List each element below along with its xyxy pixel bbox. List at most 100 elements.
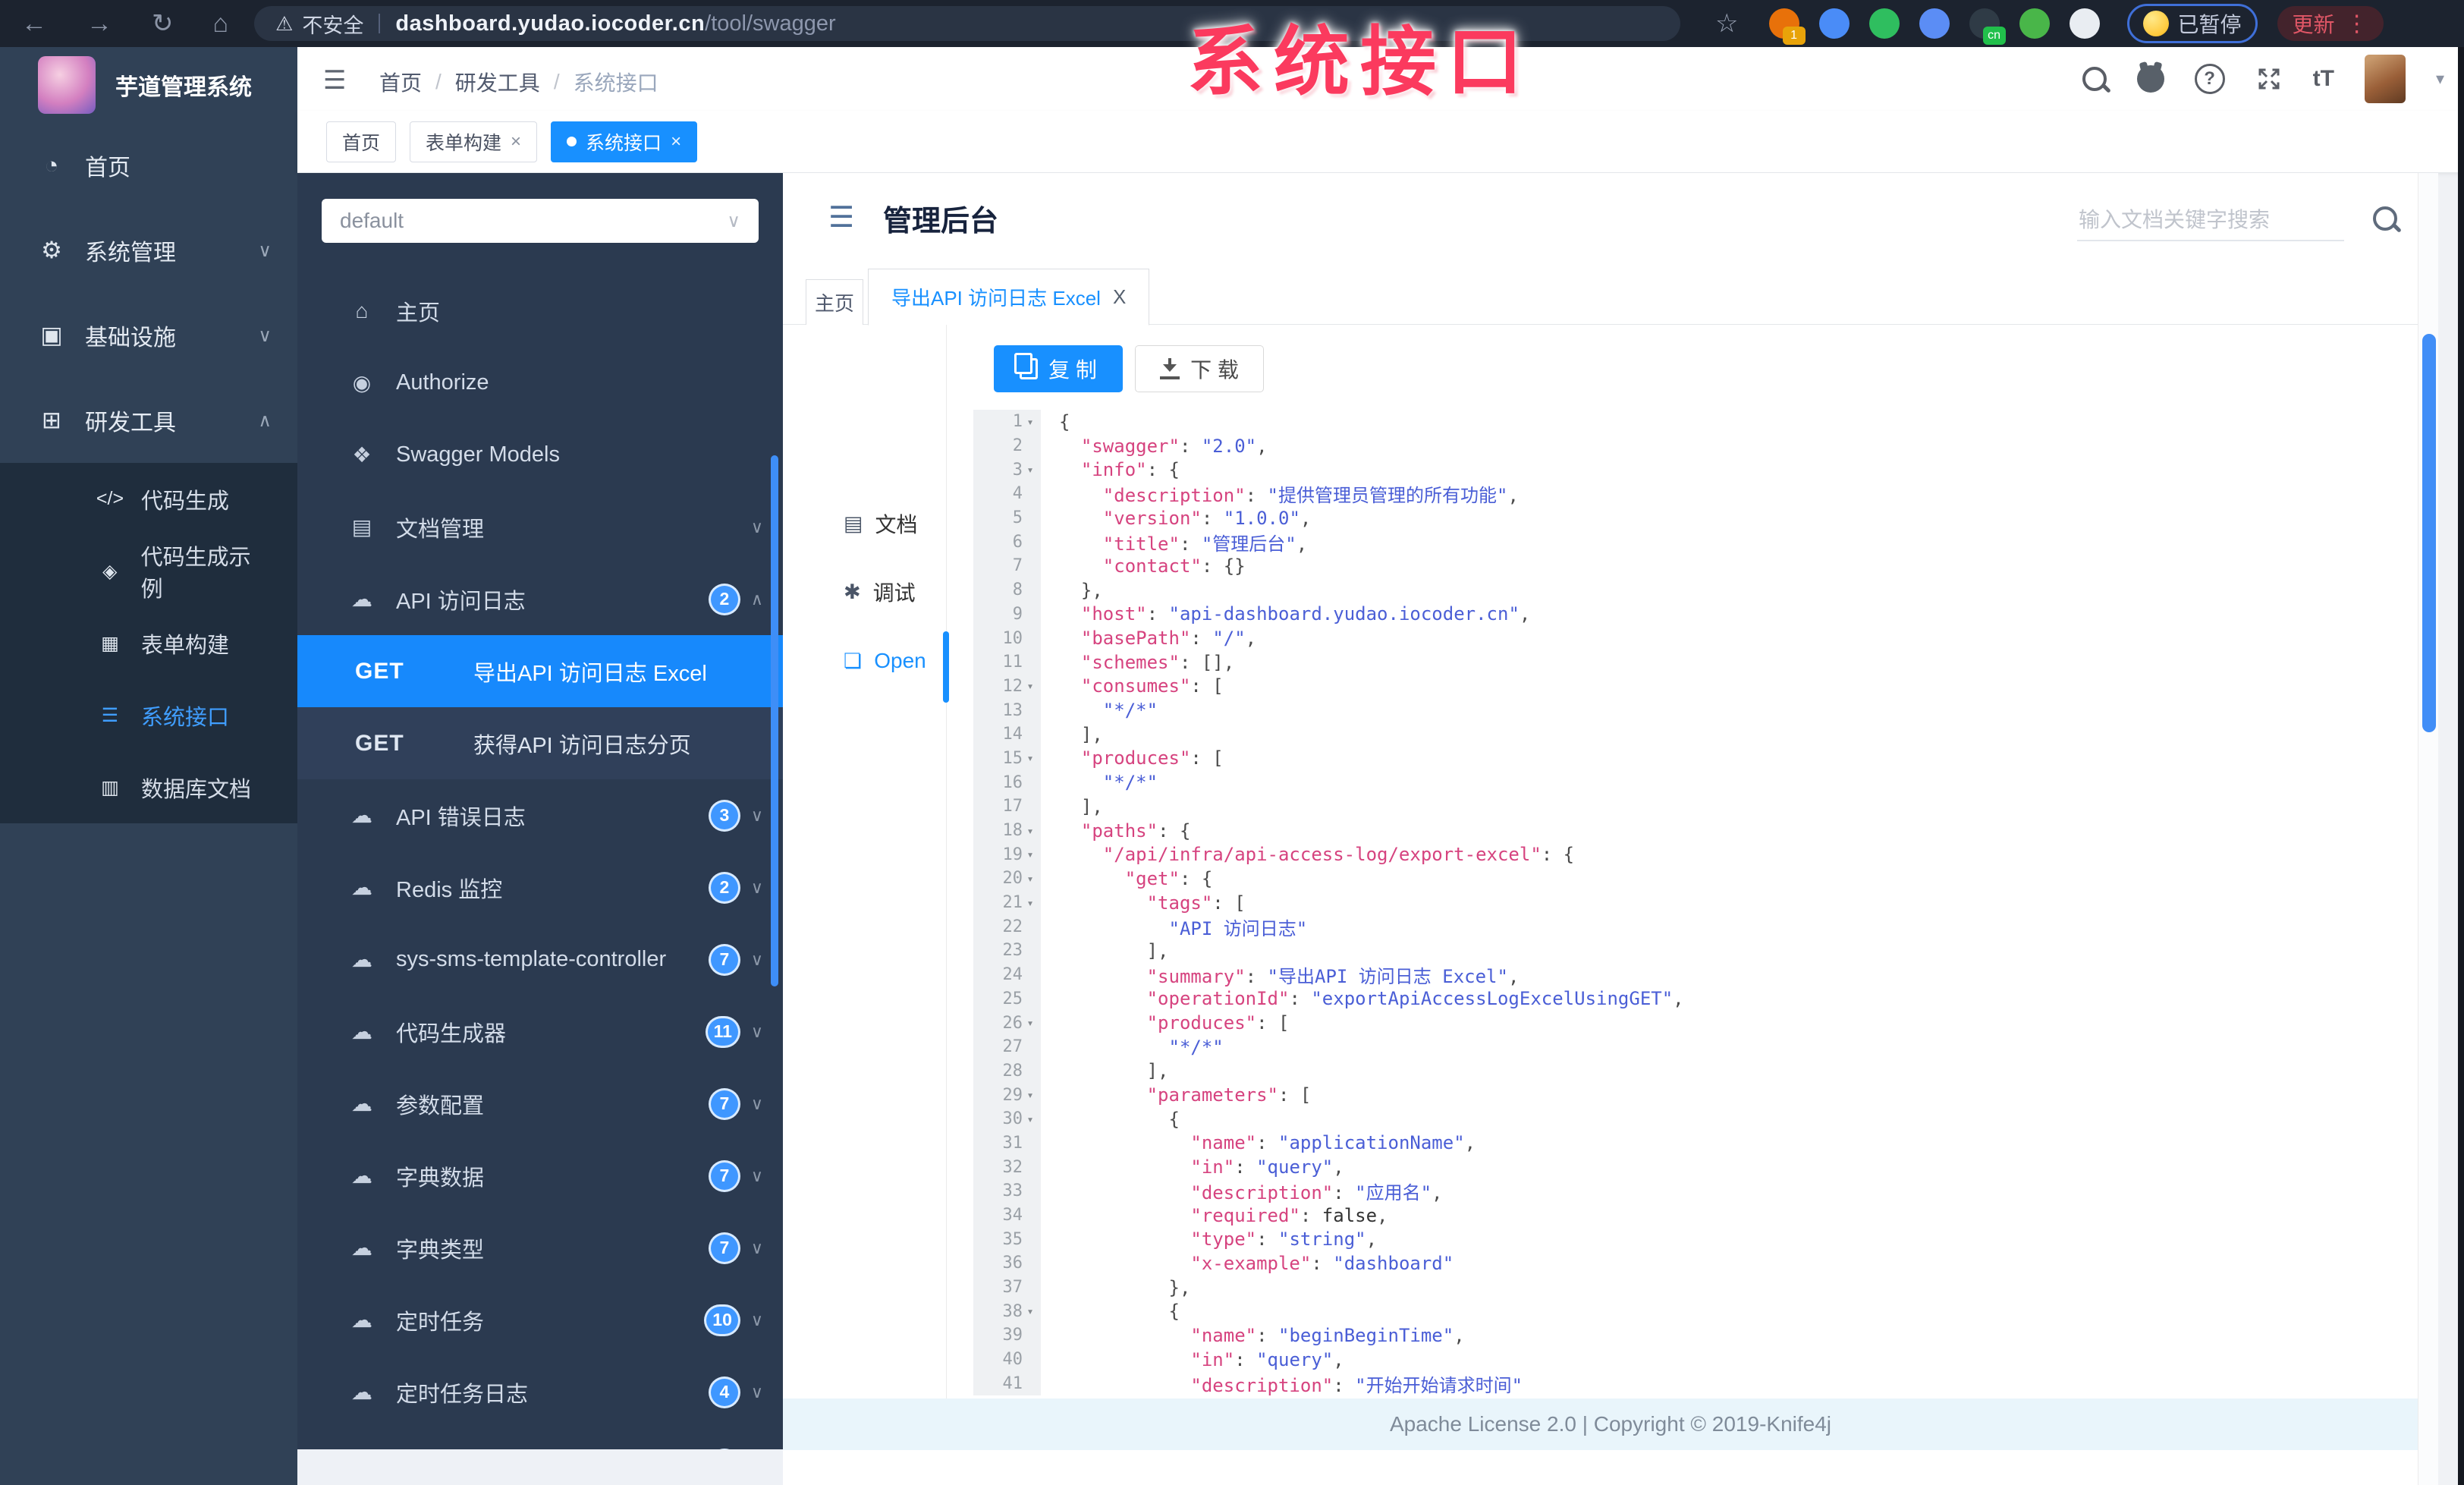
fold-caret-icon[interactable]: ▾ — [1023, 896, 1038, 910]
sidebar-item-基础设施[interactable]: ▣ 基础设施 ∨ — [0, 293, 297, 378]
swagger-menu-主页[interactable]: ⌂ 主页 — [297, 275, 783, 347]
view-tag-表单构建[interactable]: 表单构建 × — [410, 121, 538, 162]
ext-green-check-icon[interactable] — [1868, 8, 1900, 39]
close-icon[interactable]: X — [1113, 285, 1126, 309]
doc-search-input[interactable] — [2077, 207, 2344, 233]
line-number: 37 — [973, 1275, 1041, 1300]
code-line: 28 ], — [973, 1059, 2418, 1084]
breadcrumb-item[interactable]: 研发工具 — [455, 67, 540, 97]
chevron-down-icon: ∨ — [750, 1310, 763, 1329]
ext-blue-pin-icon[interactable] — [1818, 8, 1850, 39]
fold-caret-icon[interactable]: ▾ — [1023, 872, 1038, 886]
home-icon[interactable]: ⌂ — [213, 11, 229, 36]
code-line: 5 "version": "1.0.0", — [973, 505, 2418, 530]
view-tag-系统接口[interactable]: 系统接口 × — [551, 121, 698, 162]
bookmark-star-icon[interactable]: ☆ — [1715, 8, 1738, 39]
sidebar-item-首页[interactable]: ◔ 首页 — [0, 123, 297, 208]
insecure-warning-icon: ⚠ — [275, 11, 294, 35]
code-text: "*/*" — [1102, 700, 1158, 722]
user-avatar[interactable] — [2364, 55, 2406, 103]
swagger-menu-岗位[interactable]: ☁岗位7∨ — [297, 1428, 783, 1449]
fold-caret-icon[interactable]: ▾ — [1023, 463, 1038, 477]
avatar-caret-icon[interactable]: ▾ — [2436, 69, 2444, 89]
sidebar-scrollbar[interactable] — [771, 455, 778, 986]
paused-extension-button[interactable]: 已暂停 — [2126, 4, 2258, 43]
browser-update-button[interactable]: 更新 ⋮ — [2277, 6, 2384, 41]
ext-white-star-icon[interactable] — [2069, 8, 2100, 39]
sidebar-item-研发工具[interactable]: ⊞ 研发工具 ∧ — [0, 378, 297, 463]
ext-translate-icon[interactable]: cn — [1969, 8, 2006, 45]
ext-orange-ring-icon[interactable]: 1 — [1768, 8, 1806, 45]
fold-caret-icon[interactable]: ▾ — [1023, 415, 1038, 429]
api-operation-导出API 访问日志 Excel[interactable]: GET 导出API 访问日志 Excel — [297, 635, 783, 707]
swagger-menu-定时任务日志[interactable]: ☁ 定时任务日志 4 ∨ — [297, 1356, 783, 1428]
swagger-menu-Swagger Models[interactable]: ❖ Swagger Models — [297, 419, 783, 491]
api-operation-获得API 访问日志分页[interactable]: GET 获得API 访问日志分页 — [297, 707, 783, 779]
view-tag-首页[interactable]: 首页 — [326, 121, 397, 162]
swagger-menu-API 访问日志[interactable]: ☁ API 访问日志 2 ∧ — [297, 563, 783, 635]
tag-label: 首页 — [342, 132, 381, 154]
doc-nav-Open[interactable]: ❏ Open — [844, 649, 926, 673]
swagger-menu-文档管理[interactable]: ▤ 文档管理 ∨ — [297, 491, 783, 563]
fold-caret-icon[interactable]: ▾ — [1023, 751, 1038, 765]
fullscreen-icon[interactable] — [2255, 65, 2283, 93]
page-scrollbar-thumb[interactable] — [2422, 334, 2436, 732]
doc-search-field[interactable] — [2077, 200, 2344, 241]
doc-nav-调试[interactable]: ✱ 调试 — [844, 577, 916, 607]
doc-tab-导出API 访问日志 Excel[interactable]: 导出API 访问日志 Excel X — [868, 269, 1150, 326]
ext-green-leaf-icon[interactable] — [2019, 8, 2050, 39]
search-icon[interactable] — [2082, 67, 2107, 91]
swagger-menu-代码生成器[interactable]: ☁ 代码生成器 11 ∨ — [297, 996, 783, 1068]
reload-icon[interactable]: ↻ — [152, 11, 174, 36]
swagger-menu-字典类型[interactable]: ☁ 字典类型 7 ∨ — [297, 1212, 783, 1284]
operation-count-badge: 2 — [708, 583, 740, 615]
window-edge — [2458, 47, 2464, 1485]
code-text: "in": "query", — [1190, 1156, 1344, 1178]
close-icon[interactable]: × — [511, 131, 521, 153]
code-text: "title": "管理后台", — [1102, 533, 1308, 555]
sidebar-subitem-系统接口[interactable]: ☰ 系统接口 — [0, 679, 297, 751]
swagger-menu-定时任务[interactable]: ☁ 定时任务 10 ∨ — [297, 1284, 783, 1356]
doc-search-icon[interactable] — [2373, 206, 2397, 231]
swagger-menu-Redis 监控[interactable]: ☁ Redis 监控 2 ∨ — [297, 851, 783, 923]
code-line: 10 "basePath": "/", — [973, 626, 2418, 650]
swagger-menu-Authorize[interactable]: ◉ Authorize — [297, 347, 783, 419]
swagger-menu-sys-sms-template-controller[interactable]: ☁ sys-sms-template-controller 7 ∨ — [297, 923, 783, 996]
sidebar-subitem-代码生成[interactable]: </> 代码生成 — [0, 463, 297, 535]
code-text: { — [1059, 1301, 1180, 1323]
api-group-select[interactable]: default ∨ — [322, 199, 759, 243]
copy-button[interactable]: 复 制 — [994, 345, 1123, 392]
sidebar-subitem-代码生成示例[interactable]: ◈ 代码生成示例 — [0, 535, 297, 607]
fold-caret-icon[interactable]: ▾ — [1023, 1016, 1038, 1030]
swagger-menu-参数配置[interactable]: ☁ 参数配置 7 ∨ — [297, 1068, 783, 1140]
json-code-editor[interactable]: 1 ▾{2 "swagger": "2.0", 3 ▾ "info": {4 "des… — [973, 410, 2418, 1398]
kebab-menu-icon[interactable]: ⋮ — [2346, 11, 2368, 37]
font-size-icon[interactable]: tT — [2313, 66, 2334, 92]
breadcrumb-item[interactable]: 首页 — [379, 67, 422, 97]
github-icon[interactable] — [2136, 65, 2164, 93]
forward-icon[interactable]: → — [86, 11, 112, 36]
fold-caret-icon[interactable]: ▾ — [1023, 1304, 1038, 1318]
ext-blue-grid-icon[interactable] — [1919, 8, 1950, 39]
page-scrollbar-track[interactable] — [2418, 173, 2438, 1485]
swagger-menu-字典数据[interactable]: ☁ 字典数据 7 ∨ — [297, 1140, 783, 1212]
annotation-overlay: 系统接口 — [1187, 20, 1533, 105]
fold-caret-icon[interactable]: ▾ — [1023, 1112, 1038, 1126]
sidebar-menu: ◔ 首页 ⚙ 系统管理 ∨ ▣ 基础设施 ∨ ⊞ 研发工具 ∧ — [0, 123, 297, 463]
fold-caret-icon[interactable]: ▾ — [1023, 824, 1038, 838]
collapse-sidebar-icon[interactable]: ☰ — [323, 65, 346, 96]
fold-caret-icon[interactable]: ▾ — [1023, 679, 1038, 693]
code-text: { — [1059, 411, 1070, 433]
download-button[interactable]: 下 载 — [1135, 345, 1264, 392]
fold-caret-icon[interactable]: ▾ — [1023, 1088, 1038, 1102]
doc-tab-主页[interactable]: 主页 — [806, 279, 863, 325]
sidebar-subitem-数据库文档[interactable]: ▥ 数据库文档 — [0, 751, 297, 823]
fold-caret-icon[interactable]: ▾ — [1023, 848, 1038, 861]
sidebar-subitem-表单构建[interactable]: ▦ 表单构建 — [0, 607, 297, 679]
back-icon[interactable]: ← — [21, 11, 47, 36]
close-icon[interactable]: × — [671, 131, 681, 153]
swagger-menu-API 错误日志[interactable]: ☁ API 错误日志 3 ∨ — [297, 779, 783, 851]
doc-nav-文档[interactable]: ▤ 文档 — [844, 508, 918, 539]
help-icon[interactable]: ? — [2194, 64, 2225, 94]
sidebar-item-系统管理[interactable]: ⚙ 系统管理 ∨ — [0, 208, 297, 293]
